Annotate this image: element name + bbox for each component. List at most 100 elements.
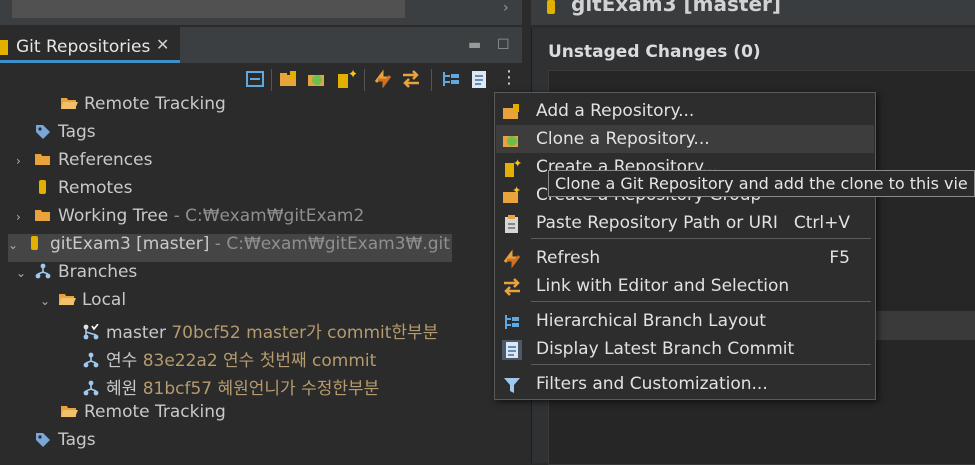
tag-icon	[34, 123, 52, 139]
menu-item-link-with-editor[interactable]: Link with Editor and Selection	[496, 272, 874, 300]
branch-icon	[82, 380, 100, 396]
clone-repository-icon[interactable]	[306, 68, 328, 90]
folder-open-icon	[58, 291, 76, 307]
tree-item-tags-2[interactable]: Tags	[34, 430, 96, 458]
tree-item-working-tree[interactable]: › Working Tree - C:₩exam₩gitExam2	[16, 206, 364, 234]
folder-open-icon	[60, 95, 78, 111]
create-repository-icon[interactable]: ✦	[334, 68, 356, 90]
menu-item-shortcut: F5	[829, 248, 850, 268]
tree-item-tags-1[interactable]: Tags	[34, 122, 96, 150]
hierarchical-layout-icon	[502, 312, 522, 332]
maximize-icon[interactable]: ☐	[497, 37, 510, 53]
menu-item-display-latest-branch-commit[interactable]: Display Latest Branch Commit	[496, 335, 874, 363]
tree-item-branch-yeonsu[interactable]: 연수 83e22a2 연수 첫번째 commit	[82, 346, 376, 374]
branch-icon	[34, 263, 52, 279]
clone-repository-icon	[502, 130, 522, 150]
folder-open-icon	[60, 403, 78, 419]
expanded-chevron-icon[interactable]: ⌄	[16, 266, 34, 280]
branch-icon	[82, 352, 100, 368]
view-toolbar: ✦ ⋮	[0, 64, 522, 94]
menu-item-label: Filters and Customization...	[536, 374, 768, 394]
menu-item-label: Clone a Repository...	[536, 129, 710, 149]
hierarchical-layout-icon[interactable]	[440, 68, 462, 90]
tree-item-branch-master[interactable]: master 70bcf52 master가 commit한부분	[82, 318, 438, 346]
tree-item-branches[interactable]: ⌄ Branches	[16, 262, 137, 290]
add-repository-icon[interactable]	[278, 68, 300, 90]
repository-icon	[547, 0, 555, 14]
minimize-icon[interactable]: ▬	[468, 37, 481, 53]
menu-separator	[531, 364, 871, 365]
tree-item-path: - C:₩exam₩gitExam3₩.git	[209, 234, 450, 254]
tab-label: Git Repositories	[16, 37, 151, 57]
tree-item-label: Remotes	[58, 178, 133, 198]
tag-icon	[34, 431, 52, 447]
tree-item-remote-tracking-2[interactable]: Remote Tracking	[60, 402, 226, 430]
svg-text:✦: ✦	[513, 158, 522, 170]
refresh-icon	[502, 249, 522, 269]
expanded-chevron-icon[interactable]: ⌄	[8, 238, 26, 252]
tree-item-label: master	[106, 323, 166, 343]
close-icon[interactable]: ✕	[156, 35, 169, 54]
tree-item-gitexam3[interactable]: ⌄ gitExam3 [master] - C:₩exam₩gitExam3₩.g…	[8, 234, 452, 262]
tree-item-label: Local	[82, 290, 127, 310]
tree-item-commit: 70bcf52 master가 commit한부분	[171, 323, 439, 343]
collapsed-chevron-icon[interactable]: ›	[16, 154, 34, 168]
tree-item-commit: 81bcf57 혜원언니가 수정한부분	[142, 379, 380, 399]
tree-item-label: Remote Tracking	[84, 402, 226, 422]
menu-item-label: Paste Repository Path or URI	[536, 213, 778, 233]
tree-item-references[interactable]: › References	[16, 150, 152, 178]
menu-item-label: Add a Repository...	[536, 101, 695, 121]
tree-item-remotes[interactable]: Remotes	[34, 178, 132, 206]
menu-separator	[531, 301, 871, 302]
view-menu-icon[interactable]: ⋮	[498, 68, 520, 90]
toolbar-separator	[364, 69, 365, 91]
collapse-all-icon[interactable]	[244, 68, 266, 90]
scroll-right-icon[interactable]: ›	[503, 0, 509, 16]
tree-item-label: gitExam3 [master]	[50, 234, 210, 254]
collapsed-chevron-icon[interactable]: ›	[16, 210, 34, 224]
display-commit-icon	[502, 340, 522, 360]
menu-item-label: Display Latest Branch Commit	[536, 339, 795, 359]
link-with-editor-icon[interactable]	[400, 68, 422, 90]
tree-item-remote-tracking-1[interactable]: Remote Tracking	[60, 94, 226, 122]
refresh-icon[interactable]	[372, 68, 394, 90]
menu-item-label: Hierarchical Branch Layout	[536, 311, 766, 331]
create-repository-icon: ✦	[502, 157, 522, 178]
repository-tree: Remote Tracking Tags › References Remotes › Wo…	[0, 94, 522, 463]
svg-text:✦: ✦	[512, 186, 521, 197]
tree-item-branch-hyewon[interactable]: 혜원 81bcf57 혜원언니가 수정한부분	[82, 374, 379, 402]
toolbar-separator	[431, 69, 432, 91]
repository-icon	[26, 235, 44, 251]
tab-git-repositories[interactable]: Git Repositories ✕	[0, 27, 180, 63]
tree-item-label: Tags	[58, 430, 96, 450]
staging-view-header: gitExam3 [master]	[531, 0, 975, 25]
tree-item-label: Branches	[58, 262, 138, 282]
menu-item-paste-repository-path[interactable]: Paste Repository Path or URI Ctrl+V	[496, 209, 874, 237]
expanded-chevron-icon[interactable]: ⌄	[40, 294, 58, 308]
tree-item-label: References	[58, 150, 153, 170]
paste-icon	[502, 214, 522, 234]
branch-checked-out-icon	[82, 323, 100, 340]
menu-item-shortcut: Ctrl+V	[793, 213, 850, 233]
tree-item-commit: 83e22a2 연수 첫번째 commit	[142, 351, 377, 371]
view-menu: Add a Repository... Clone a Repository...…	[494, 92, 876, 400]
tree-item-label: 혜원	[106, 379, 138, 399]
top-strip: ›	[0, 0, 522, 25]
folder-icon	[34, 207, 52, 223]
tooltip-text: Clone a Git Repository and add the clone…	[555, 174, 968, 193]
tree-item-label: Tags	[58, 122, 96, 142]
menu-item-clone-repository[interactable]: Clone a Repository...	[496, 125, 874, 153]
menu-item-hierarchical-branch-layout[interactable]: Hierarchical Branch Layout	[496, 307, 874, 335]
menu-item-filters-customization[interactable]: Filters and Customization...	[496, 370, 874, 398]
staging-repo-title: gitExam3 [master]	[571, 0, 782, 16]
git-repositories-icon	[0, 40, 8, 55]
tree-item-local[interactable]: ⌄ Local	[40, 290, 126, 318]
unstaged-changes-title: Unstaged Changes (0)	[548, 42, 761, 62]
display-commit-icon[interactable]	[468, 68, 490, 90]
tree-item-label: 연수	[106, 351, 138, 371]
menu-separator	[531, 238, 871, 239]
remote-icon	[34, 179, 52, 195]
menu-item-add-repository[interactable]: Add a Repository...	[496, 97, 874, 125]
top-scrollbar[interactable]	[12, 0, 405, 18]
menu-item-refresh[interactable]: Refresh F5	[496, 244, 874, 272]
